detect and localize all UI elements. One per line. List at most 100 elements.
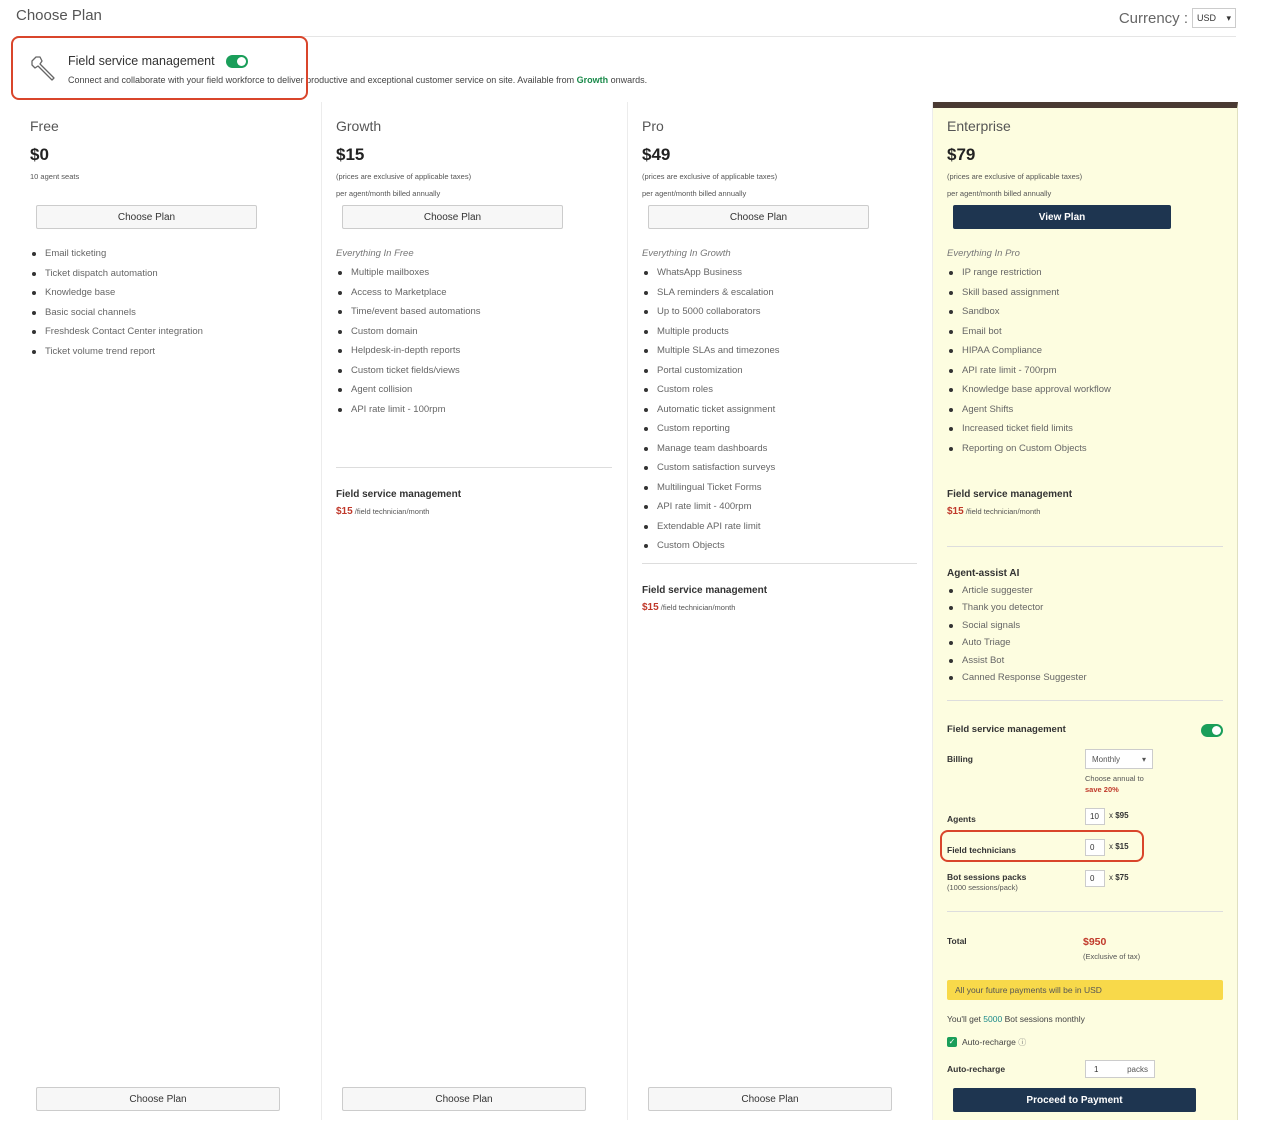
feature-list: IP range restriction Skill based assignm…: [947, 263, 1111, 458]
auto-recharge-check-text: Auto-recharge: [962, 1037, 1016, 1047]
choose-plan-bottom-button[interactable]: Choose Plan: [36, 1087, 280, 1111]
fsm-addon-price: $15 /field technician/month: [947, 506, 1040, 517]
currency-notice: All your future payments will be in USD: [947, 980, 1223, 1000]
feature-item: Helpdesk-in-depth reports: [336, 341, 481, 361]
plan-growth: Growth $15 (prices are exclusive of appl…: [322, 102, 628, 1120]
agents-label: Agents: [947, 814, 976, 824]
agents-unit-price: $95: [1115, 811, 1129, 820]
choose-plan-button[interactable]: Choose Plan: [342, 205, 563, 229]
feature-item: Email ticketing: [30, 244, 203, 264]
fsm-addon-price-unit: /field technician/month: [658, 603, 736, 612]
feature-item: Agent Shifts: [947, 400, 1111, 420]
feature-list: WhatsApp Business SLA reminders & escala…: [642, 263, 780, 556]
annual-note: Choose annual to: [1085, 774, 1144, 783]
auto-recharge-input[interactable]: 1 packs: [1085, 1060, 1155, 1078]
feature-item: Multilingual Ticket Forms: [642, 478, 780, 498]
ai-feature-item: Thank you detector: [947, 599, 1087, 616]
fsm-addon-price: $15 /field technician/month: [336, 506, 429, 517]
fsm-addon-price-unit: /field technician/month: [963, 507, 1041, 516]
billing-label: Billing: [947, 754, 973, 764]
everything-in-label: Everything In Pro: [947, 248, 1020, 259]
feature-item: Basic social channels: [30, 303, 203, 323]
total-label: Total: [947, 936, 967, 946]
feature-item: Agent collision: [336, 380, 481, 400]
everything-in-label: Everything In Growth: [642, 248, 731, 259]
choose-plan-button[interactable]: Choose Plan: [36, 205, 257, 229]
agents-input[interactable]: 10: [1085, 808, 1105, 825]
feature-item: Skill based assignment: [947, 283, 1111, 303]
bot-sessions-info: You'll get 5000 Bot sessions monthly: [947, 1014, 1085, 1024]
plan-name: Enterprise: [947, 118, 1011, 134]
fsm-desc-suffix: onwards.: [608, 75, 648, 85]
feature-item: Time/event based automations: [336, 302, 481, 322]
ai-feature-item: Social signals: [947, 617, 1087, 634]
feature-item: Freshdesk Contact Center integration: [30, 322, 203, 342]
section-divider: [642, 563, 917, 564]
section-divider: [336, 467, 612, 468]
bot-sessions-unit-price: $75: [1115, 873, 1129, 882]
feature-item: Multiple mailboxes: [336, 263, 481, 283]
fsm-addon-price-value: $15: [642, 602, 659, 613]
fsm-addon-price-value: $15: [947, 506, 964, 517]
plan-pro: Pro $49 (prices are exclusive of applica…: [628, 102, 933, 1120]
feature-item: Custom Objects: [642, 536, 780, 556]
billing-note: per agent/month billed annually: [642, 189, 747, 198]
ai-feature-item: Assist Bot: [947, 652, 1087, 669]
feature-item: Email bot: [947, 322, 1111, 342]
billing-note: per agent/month billed annually: [947, 189, 1052, 198]
fsm-addon-title: Field service management: [947, 489, 1073, 500]
feature-item: IP range restriction: [947, 263, 1111, 283]
auto-recharge-check-label: Auto-recharge ⓘ: [962, 1037, 1026, 1048]
plan-price: $49: [642, 145, 671, 164]
auto-recharge-value: 1: [1094, 1064, 1099, 1074]
section-divider: [947, 700, 1223, 701]
feature-item: Manage team dashboards: [642, 439, 780, 459]
sessions-count: 5000: [983, 1014, 1003, 1024]
feature-item: Knowledge base approval workflow: [947, 380, 1111, 400]
total-value: $950: [1083, 936, 1107, 948]
plan-name: Free: [30, 118, 59, 134]
fsm-addon-price-value: $15: [336, 506, 353, 517]
plan-price: $0: [30, 145, 49, 164]
tax-note: (prices are exclusive of applicable taxe…: [947, 172, 1083, 181]
feature-item: SLA reminders & escalation: [642, 283, 780, 303]
total-note: (Exclusive of tax): [1083, 952, 1141, 961]
currency-value: USD: [1197, 13, 1217, 23]
feature-item: API rate limit - 400rpm: [642, 497, 780, 517]
feature-item: WhatsApp Business: [642, 263, 780, 283]
choose-plan-bottom-button[interactable]: Choose Plan: [648, 1087, 892, 1111]
feature-list: Multiple mailboxes Access to Marketplace…: [336, 263, 481, 419]
billing-dropdown[interactable]: Monthly ▾: [1085, 749, 1153, 769]
feature-item: API rate limit - 700rpm: [947, 361, 1111, 381]
feature-item: Custom domain: [336, 322, 481, 342]
fsm-addon-title: Field service management: [642, 585, 768, 596]
feature-item: Reporting on Custom Objects: [947, 439, 1111, 459]
fsm-config-toggle[interactable]: [1201, 724, 1223, 737]
fsm-banner-highlight: [11, 36, 308, 100]
sessions-suffix: Bot sessions monthly: [1002, 1014, 1085, 1024]
bot-sessions-label: Bot sessions packs: [947, 872, 1027, 882]
plan-name: Growth: [336, 118, 382, 134]
page-title: Choose Plan: [16, 7, 102, 24]
choose-plan-bottom-button[interactable]: Choose Plan: [342, 1087, 586, 1111]
feature-item: Custom satisfaction surveys: [642, 458, 780, 478]
section-divider: [947, 911, 1223, 912]
auto-recharge-checkbox[interactable]: ✓: [947, 1037, 957, 1047]
currency-label: Currency :: [1118, 9, 1188, 27]
auto-recharge-unit: packs: [1127, 1064, 1148, 1074]
choose-plan-button[interactable]: Choose Plan: [648, 205, 869, 229]
feature-item: Extendable API rate limit: [642, 517, 780, 537]
billing-value: Monthly: [1092, 754, 1121, 764]
tax-note: (prices are exclusive of applicable taxe…: [336, 172, 472, 181]
feature-item: API rate limit - 100rpm: [336, 400, 481, 420]
auto-recharge-label: Auto-recharge: [947, 1064, 1006, 1074]
sessions-prefix: You'll get: [947, 1014, 984, 1024]
feature-item: Multiple products: [642, 322, 780, 342]
plan-note: (prices are exclusive of applicable taxe…: [947, 168, 1082, 202]
bot-sessions-input[interactable]: 0: [1085, 870, 1105, 887]
currency-dropdown[interactable]: USD ▾: [1192, 8, 1236, 28]
view-plan-button[interactable]: View Plan: [953, 205, 1171, 229]
agents-multiplier: x $95: [1109, 811, 1129, 820]
proceed-to-payment-button[interactable]: Proceed to Payment: [953, 1088, 1196, 1112]
fsm-desc-growth: Growth: [576, 75, 609, 85]
